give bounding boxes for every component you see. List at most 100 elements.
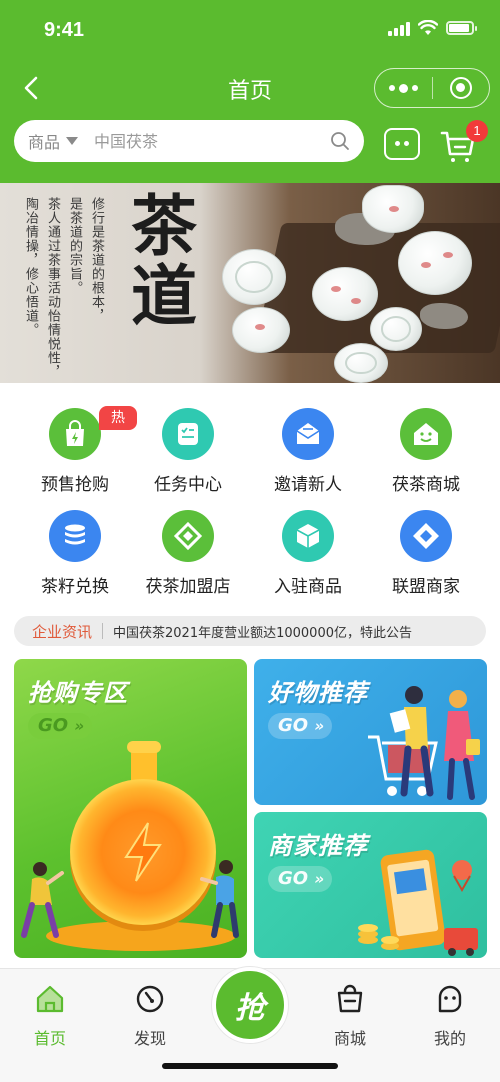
battery-icon <box>446 21 477 35</box>
double-chevron-icon: » <box>314 870 325 888</box>
go-label: GO <box>38 715 69 736</box>
good-products-card[interactable]: 好物推荐 GO » <box>254 659 487 805</box>
category-listed-products[interactable]: 入驻商品 <box>246 502 370 600</box>
category-label: 联盟商家 <box>392 577 460 597</box>
nav-bar: 首页 <box>0 62 500 114</box>
category-invite[interactable]: 邀请新人 <box>246 400 370 498</box>
category-grid: 热门 预售抢购 任务中心 邀请新人 茯茶商城 茶籽兑换 茯茶加盟店 入驻商品 联… <box>0 400 500 610</box>
rush-icon: 抢 <box>235 991 265 1026</box>
signal-icon <box>388 20 410 36</box>
person-illustration <box>21 862 64 938</box>
go-button[interactable]: GO » <box>268 713 332 739</box>
status-bar: 9:41 <box>0 0 500 60</box>
category-label: 茶籽兑换 <box>41 577 109 597</box>
banner-calligraphy: 茶道 <box>120 191 198 331</box>
tea-cup-image <box>334 343 388 383</box>
tab-home[interactable]: 首页 <box>0 969 100 1059</box>
category-mall[interactable]: 茯茶商城 <box>364 400 488 498</box>
invite-envelope-icon <box>282 408 334 460</box>
alliance-icon <box>400 510 452 562</box>
message-chat-icon[interactable] <box>384 128 420 160</box>
mobile-store-illustration <box>358 849 478 956</box>
rush-zone-card[interactable]: 抢购专区 GO » <box>14 659 247 958</box>
stone-image <box>420 303 468 329</box>
tea-cup-image <box>312 267 378 321</box>
tab-label: 首页 <box>33 1029 66 1048</box>
category-franchise[interactable]: 茯茶加盟店 <box>126 502 250 600</box>
wifi-icon <box>418 20 438 35</box>
tab-label: 我的 <box>433 1029 466 1048</box>
shopping-bag-icon <box>49 408 101 460</box>
teapot-lid-image <box>362 185 424 233</box>
double-chevron-icon: » <box>74 717 85 735</box>
tab-mall[interactable]: 商城 <box>300 969 400 1059</box>
category-label: 预售抢购 <box>41 475 109 495</box>
tab-discover[interactable]: 发现 <box>100 969 200 1059</box>
header: 9:41 首页 商品 中国茯茶 1 <box>0 0 500 183</box>
go-label: GO <box>278 868 309 889</box>
close-mini-program-button[interactable] <box>432 69 489 107</box>
search-category-label: 商品 <box>28 133 61 152</box>
category-seed-exchange[interactable]: 茶籽兑换 <box>13 502 137 600</box>
search-row: 商品 1 <box>0 120 500 164</box>
tab-label: 发现 <box>133 1029 166 1048</box>
home-icon <box>36 985 64 1013</box>
stopwatch-knob-image <box>127 741 161 783</box>
lightning-bolt-icon <box>124 822 162 882</box>
franchise-icon <box>162 510 214 562</box>
category-label: 茯茶加盟店 <box>145 577 231 597</box>
poem-line: 陶冶情操，修心悟道。 <box>23 197 38 337</box>
shopping-couple-illustration <box>368 686 480 800</box>
mall-house-icon <box>400 408 452 460</box>
promo-title: 抢购专区 <box>28 679 128 707</box>
cart-count-badge: 1 <box>466 120 488 142</box>
tea-cup-image <box>398 231 472 295</box>
category-label: 邀请新人 <box>274 475 342 495</box>
notice-title: 企业资讯 <box>32 622 93 641</box>
category-alliance-merchant[interactable]: 联盟商家 <box>364 502 488 600</box>
search-input[interactable] <box>94 131 315 151</box>
person-illustration <box>200 860 239 938</box>
category-label: 任务中心 <box>154 475 222 495</box>
news-notice-bar[interactable]: 企业资讯 中国茯茶2021年度营业额达1000000亿，特此公告 <box>14 616 486 646</box>
tea-ceremony-banner[interactable]: 修行是茶道的根本， 是茶道的宗旨。 茶人通过茶事活动怡情悦性， 陶冶情操，修心悟… <box>0 183 500 383</box>
mini-program-capsule <box>374 68 490 108</box>
category-label: 入驻商品 <box>274 577 342 597</box>
tab-profile[interactable]: 我的 <box>400 969 500 1059</box>
banner-poem: 修行是茶道的根本， 是茶道的宗旨。 茶人通过茶事活动怡情悦性， 陶冶情操，修心悟… <box>22 197 106 379</box>
poem-line: 修行是茶道的根本， <box>89 197 104 323</box>
search-category-dropdown[interactable]: 商品 <box>28 129 79 153</box>
category-task-center[interactable]: 任务中心 <box>126 400 250 498</box>
more-dots-icon <box>388 83 418 93</box>
tea-cup-image <box>232 307 290 353</box>
shop-bag-icon <box>337 984 363 1013</box>
task-list-icon <box>162 408 214 460</box>
go-button[interactable]: GO » <box>268 866 332 892</box>
poem-line: 茶人通过茶事活动怡情悦性， <box>45 197 60 379</box>
go-label: GO <box>278 715 309 736</box>
tea-cup-image <box>370 307 422 351</box>
status-icons <box>388 20 477 36</box>
home-indicator <box>162 1063 338 1069</box>
notice-divider <box>102 623 104 639</box>
category-presale[interactable]: 热门 预售抢购 <box>13 400 137 498</box>
product-box-icon <box>282 510 334 562</box>
search-icon[interactable] <box>330 131 350 151</box>
target-circle-icon <box>449 77 472 99</box>
discover-icon <box>136 985 164 1013</box>
tab-label: 商城 <box>333 1029 366 1048</box>
category-label: 茯茶商城 <box>392 475 460 495</box>
status-time: 9:41 <box>44 19 85 41</box>
search-box[interactable]: 商品 <box>14 120 364 162</box>
notice-text: 中国茯茶2021年度营业额达1000000亿，特此公告 <box>113 625 412 641</box>
promo-title: 好物推荐 <box>268 679 368 707</box>
go-button[interactable]: GO » <box>28 713 92 739</box>
tea-cup-image <box>222 249 286 305</box>
merchant-recommend-card[interactable]: 商家推荐 GO » <box>254 812 487 958</box>
poem-line: 是茶道的宗旨。 <box>67 197 82 295</box>
profile-icon <box>438 985 462 1013</box>
more-options-button[interactable] <box>375 69 432 107</box>
double-chevron-icon: » <box>314 717 325 735</box>
tab-rush-button[interactable]: 抢 <box>212 967 288 1043</box>
caret-down-icon <box>66 137 79 145</box>
